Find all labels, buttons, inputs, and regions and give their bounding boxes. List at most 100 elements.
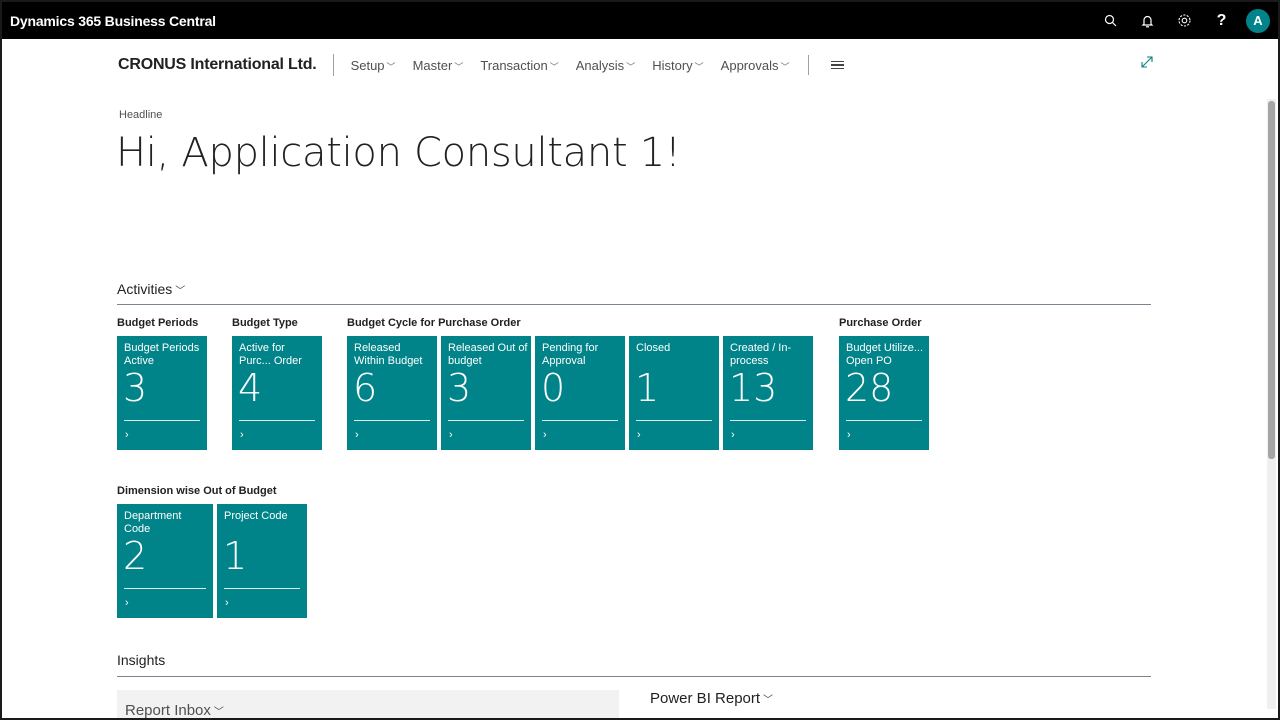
nav-transaction[interactable]: Transaction ﹀ [480, 58, 558, 73]
report-inbox-title: Report Inbox [125, 702, 211, 719]
help-icon[interactable]: ? [1203, 2, 1240, 39]
power-bi-report-header[interactable]: Power BI Report ﹀ [650, 690, 773, 707]
tile-label: Budget Utilize... Open PO [846, 342, 924, 367]
chevron-right-icon: › [847, 429, 851, 441]
chevron-right-icon: › [449, 429, 453, 441]
chevron-down-icon: ﹀ [780, 61, 790, 72]
chevron-right-icon: › [240, 429, 244, 441]
cue-tile-released-out-of-budget[interactable]: Released Out of budget 3 › [441, 336, 531, 450]
nav-label: Master [412, 57, 453, 73]
chevron-right-icon: › [225, 597, 229, 609]
group-label-purchase-order: Purchase Order [839, 317, 922, 329]
company-name[interactable]: CRONUS International Ltd. [118, 54, 334, 76]
tile-divider [636, 420, 712, 421]
insights-header: Insights [117, 652, 165, 668]
top-bar: Dynamics 365 Business Central ? A [2, 2, 1278, 39]
cue-tile-project-code[interactable]: Project Code 1 › [217, 504, 307, 618]
chevron-down-icon: ﹀ [175, 285, 186, 297]
gear-icon[interactable] [1166, 2, 1203, 39]
tile-label: Created / In-process [730, 342, 792, 367]
tile-value: 3 [447, 366, 472, 410]
group-label-budget-type: Budget Type [232, 317, 298, 329]
cue-tile-budget-utilized-open-po[interactable]: Budget Utilize... Open PO 28 › [839, 336, 929, 450]
role-center-nav: CRONUS International Ltd. Setup ﹀ Master ﹀… [118, 54, 844, 76]
cue-tile-closed[interactable]: Closed 1 › [629, 336, 719, 450]
chevron-down-icon: ﹀ [694, 61, 704, 72]
nav-label: Approvals [720, 57, 779, 73]
nav-label: Transaction [480, 57, 548, 73]
tile-value: 0 [541, 366, 566, 410]
nav-approvals[interactable]: Approvals ﹀ [721, 58, 790, 73]
cue-tile-department-code[interactable]: Department Code 2 › [117, 504, 213, 618]
activities-divider [117, 304, 1151, 305]
chevron-down-icon: ﹀ [454, 61, 464, 72]
tile-value: 2 [123, 534, 148, 578]
chevron-right-icon: › [543, 429, 547, 441]
headline-caption: Headline [119, 109, 163, 121]
tile-label: Closed [636, 342, 671, 354]
tile-divider [448, 420, 524, 421]
report-inbox-header[interactable]: Report Inbox ﹀ [125, 702, 224, 719]
insights-divider [117, 676, 1151, 677]
tile-value: 1 [635, 366, 660, 410]
search-icon[interactable] [1092, 2, 1129, 39]
nav-setup[interactable]: Setup ﹀ [351, 58, 396, 73]
tile-label: Released Out of budget [448, 342, 528, 367]
nav-label: Setup [350, 57, 385, 73]
vertical-scrollbar[interactable] [1267, 99, 1276, 709]
chevron-right-icon: › [731, 429, 735, 441]
nav-history[interactable]: History ﹀ [652, 58, 703, 73]
section-title: Activities [117, 281, 173, 297]
chevron-right-icon: › [125, 597, 129, 609]
cue-tile-active-for-purchase-order[interactable]: Active for Purc... Order 4 › [232, 336, 322, 450]
tile-label: Project Code [224, 510, 288, 522]
tile-label: Released Within Budget [354, 342, 423, 367]
cue-tile-created-in-process[interactable]: Created / In-process 13 › [723, 336, 813, 450]
tile-value: 13 [729, 366, 778, 410]
nav-label: Analysis [575, 57, 625, 73]
tile-label: Budget Periods Active [124, 342, 200, 367]
nav-analysis[interactable]: Analysis ﹀ [576, 58, 635, 73]
chevron-down-icon: ﹀ [763, 695, 774, 706]
avatar[interactable]: A [1246, 8, 1270, 33]
chevron-right-icon: › [125, 429, 129, 441]
app-frame: Dynamics 365 Business Central ? A CRONUS… [0, 0, 1280, 720]
tile-label: Department Code [124, 510, 182, 535]
tile-divider [542, 420, 618, 421]
bell-icon[interactable] [1129, 2, 1166, 39]
power-bi-report-title: Power BI Report [650, 690, 761, 707]
chevron-down-icon: ﹀ [386, 61, 396, 72]
scrollbar-thumb[interactable] [1268, 101, 1275, 459]
tile-divider [354, 420, 430, 421]
tile-divider [239, 420, 315, 421]
hamburger-menu-icon[interactable] [830, 60, 844, 70]
tile-divider [730, 420, 806, 421]
tile-value: 3 [123, 366, 148, 410]
chevron-down-icon: ﹀ [213, 707, 224, 718]
nav-master[interactable]: Master ﹀ [413, 58, 464, 73]
headline-greeting: Hi, Application Consultant 1! [116, 130, 681, 176]
tile-value: 6 [353, 366, 378, 410]
tile-label: Pending for Approval [542, 342, 599, 367]
tile-divider [124, 420, 200, 421]
tile-value: 28 [845, 366, 894, 410]
top-bar-actions: ? A [1092, 2, 1278, 39]
activities-header[interactable]: Activities ﹀ [117, 281, 185, 297]
tile-divider [124, 588, 206, 589]
nav-label: History [652, 57, 693, 73]
tile-value: 1 [223, 534, 248, 578]
expand-icon[interactable] [1140, 55, 1154, 69]
cue-tile-budget-periods-active[interactable]: Budget Periods Active 3 › [117, 336, 207, 450]
tile-value: 4 [238, 366, 263, 410]
group-label-budget-periods: Budget Periods [117, 317, 199, 329]
section-title: Insights [117, 652, 166, 668]
tile-label: Active for Purc... Order [239, 342, 302, 367]
cue-tile-pending-for-approval[interactable]: Pending for Approval 0 › [535, 336, 625, 450]
tile-divider [846, 420, 922, 421]
app-title[interactable]: Dynamics 365 Business Central [10, 13, 216, 29]
nav-divider [807, 55, 809, 75]
group-label-dimension-out-of-budget: Dimension wise Out of Budget [117, 485, 277, 497]
chevron-right-icon: › [355, 429, 359, 441]
chevron-down-icon: ﹀ [626, 61, 636, 72]
cue-tile-released-within-budget[interactable]: Released Within Budget 6 › [347, 336, 437, 450]
